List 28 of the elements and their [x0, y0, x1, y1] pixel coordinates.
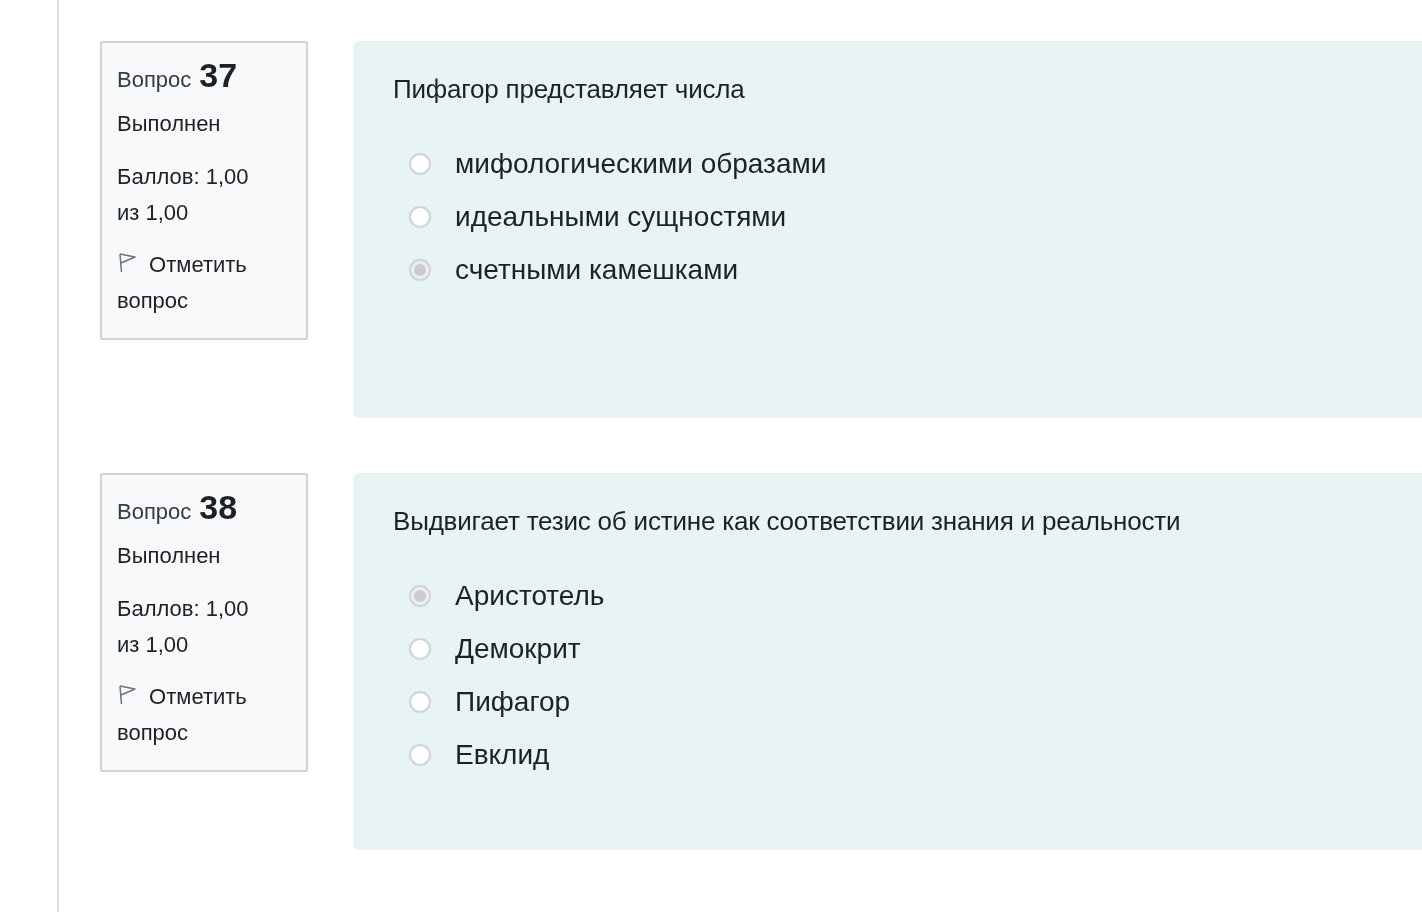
answer-option[interactable]: идеальными сущностями [455, 200, 787, 233]
question-text: Выдвигает тезис об истине как соответствии знания и реальности [393, 505, 1182, 538]
question-number: 38 [199, 489, 238, 525]
radio-button[interactable] [409, 258, 431, 281]
radio-button[interactable] [409, 205, 431, 228]
answer-option[interactable]: Аристотель [455, 579, 605, 612]
question-label: Вопрос [117, 66, 192, 94]
radio-button[interactable] [409, 690, 431, 713]
question-score: Баллов: 1,00 из 1,00 [117, 163, 250, 227]
answer-option[interactable]: Демокрит [455, 632, 581, 665]
answer-option[interactable]: Евклид [455, 738, 550, 771]
question-status: Выполнен [117, 542, 222, 570]
question-status: Выполнен [117, 110, 222, 138]
question-text: Пифагор представляет числа [393, 73, 746, 106]
radio-button[interactable] [409, 743, 431, 766]
radio-button[interactable] [409, 637, 431, 660]
answer-option[interactable]: Пифагор [455, 685, 571, 718]
answer-option[interactable]: мифологическими образами [455, 147, 827, 180]
question-label: Вопрос [117, 498, 192, 526]
radio-button[interactable] [409, 152, 431, 175]
question-score: Баллов: 1,00 из 1,00 [117, 595, 250, 659]
flag-icon [117, 684, 137, 706]
question-number: 37 [199, 57, 238, 93]
radio-button[interactable] [409, 584, 431, 607]
flag-icon [117, 252, 137, 274]
flag-question-link[interactable]: Отметить вопрос [117, 247, 276, 319]
answer-option[interactable]: счетными камешками [455, 253, 739, 286]
flag-question-link[interactable]: Отметить вопрос [117, 679, 276, 751]
